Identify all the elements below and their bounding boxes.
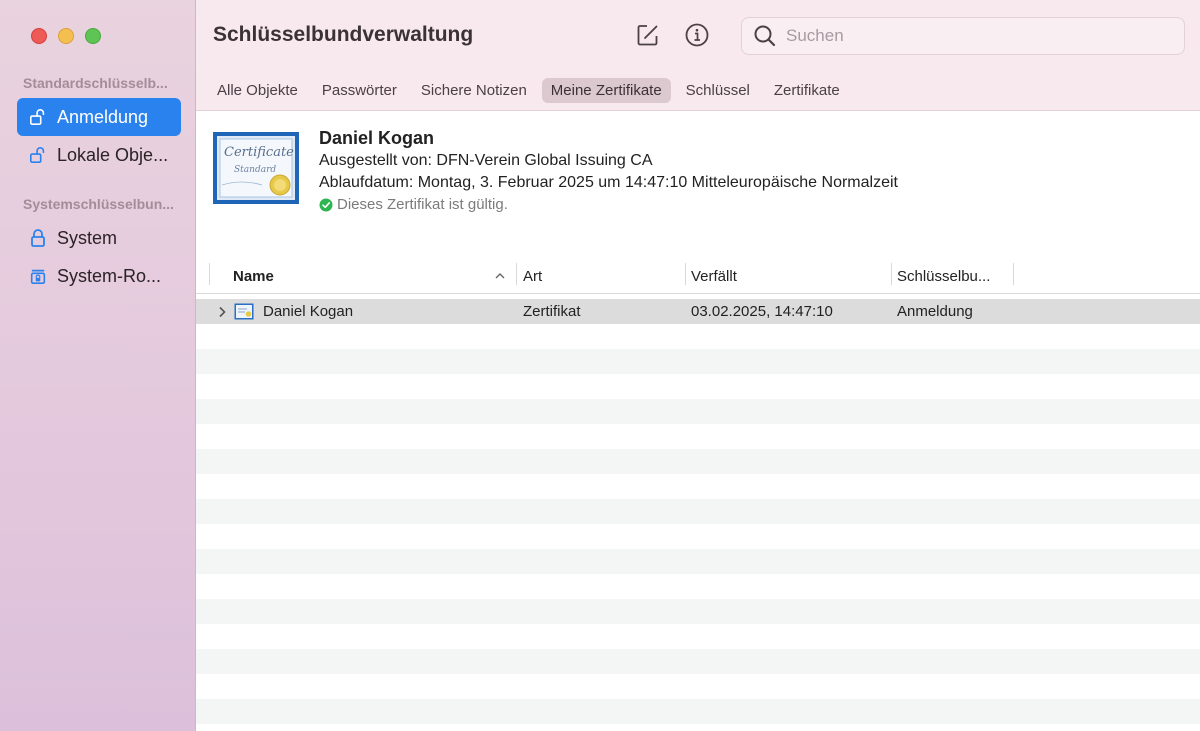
search-icon	[752, 23, 778, 49]
empty-row	[196, 649, 1200, 674]
tab-passwoerter[interactable]: Passwörter	[313, 78, 406, 103]
sidebar-item-label: Anmeldung	[57, 106, 149, 127]
unlocked-padlock-icon	[29, 107, 47, 127]
thumbnail-text-standard: Standard	[234, 165, 276, 175]
tab-zertifikate[interactable]: Zertifikate	[765, 78, 849, 103]
sidebar-item-lokale-objekte[interactable]: Lokale Obje...	[17, 136, 181, 174]
info-icon	[684, 22, 710, 53]
certificate-name: Daniel Kogan	[319, 128, 435, 148]
sidebar-section-system-keychains: Systemschlüsselbun...	[23, 196, 174, 212]
close-window-button[interactable]	[31, 28, 47, 44]
empty-row	[196, 549, 1200, 574]
sidebar-item-label: Lokale Obje...	[57, 144, 169, 165]
empty-row	[196, 499, 1200, 524]
empty-row	[196, 624, 1200, 649]
search-input[interactable]	[786, 26, 1166, 46]
category-tabs: Alle Objekte Passwörter Sichere Notizen …	[208, 78, 849, 103]
certificate-issuer: Ausgestellt von: DFN-Verein Global Issui…	[319, 152, 653, 169]
empty-row	[196, 449, 1200, 474]
sidebar-item-anmeldung[interactable]: Anmeldung	[17, 98, 181, 136]
empty-row	[196, 674, 1200, 699]
sidebar-section-default-keychains: Standardschlüsselb...	[23, 75, 168, 91]
toolbar: Schlüsselbundverwaltung Alle Objekte Pas…	[196, 0, 1200, 111]
checkmark-circle-icon	[319, 198, 333, 212]
row-name: Daniel Kogan	[263, 303, 354, 320]
certificate-small-icon	[234, 303, 254, 325]
thumbnail-text-certificate: Certificate	[224, 145, 294, 160]
row-keychain: Anmeldung	[897, 303, 973, 320]
empty-row	[196, 424, 1200, 449]
column-header-schluesselbund[interactable]: Schlüsselbu...	[897, 265, 1012, 289]
minimize-window-button[interactable]	[58, 28, 74, 44]
certificate-detail-panel: Certificate Standard Daniel Kogan Ausges…	[196, 111, 1200, 261]
tab-alle-objekte[interactable]: Alle Objekte	[208, 78, 307, 103]
certificate-list: Daniel Kogan Zertifikat 03.02.2025, 14:4…	[196, 299, 1200, 731]
empty-row	[196, 374, 1200, 399]
tab-meine-zertifikate[interactable]: Meine Zertifikate	[541, 78, 671, 103]
empty-row	[196, 574, 1200, 599]
new-item-button[interactable]	[633, 22, 663, 52]
empty-row	[196, 599, 1200, 624]
column-header-name[interactable]: Name	[233, 265, 503, 289]
certificate-expiry: Ablaufdatum: Montag, 3. Februar 2025 um …	[319, 174, 898, 191]
empty-row	[196, 399, 1200, 424]
empty-row	[196, 699, 1200, 724]
disclosure-chevron-icon[interactable]	[217, 305, 227, 324]
row-type: Zertifikat	[523, 303, 581, 320]
column-header-verfaellt[interactable]: Verfällt	[691, 265, 881, 289]
empty-row	[196, 474, 1200, 499]
sidebar: Standardschlüsselb... Anmeldung Lokale O…	[0, 0, 196, 731]
row-expires: 03.02.2025, 14:47:10	[691, 303, 833, 320]
certificate-status: Dieses Zertifikat ist gültig.	[319, 196, 508, 213]
locked-padlock-icon	[29, 228, 47, 248]
compose-icon	[635, 22, 661, 53]
sidebar-item-label: System	[57, 227, 118, 248]
sort-ascending-icon[interactable]	[494, 269, 506, 287]
unlocked-padlock-icon	[29, 145, 47, 165]
empty-row	[196, 524, 1200, 549]
table-row[interactable]: Daniel Kogan Zertifikat 03.02.2025, 14:4…	[196, 299, 1200, 324]
sidebar-item-system[interactable]: System	[17, 219, 181, 257]
search-field[interactable]	[741, 17, 1185, 55]
empty-row	[196, 324, 1200, 349]
tab-schluessel[interactable]: Schlüssel	[677, 78, 759, 103]
sidebar-item-label: System-Ro...	[57, 265, 162, 286]
keychain-window: Standardschlüsselb... Anmeldung Lokale O…	[0, 0, 1200, 731]
empty-row	[196, 349, 1200, 374]
sidebar-item-system-roots[interactable]: System-Ro...	[17, 257, 181, 295]
info-button[interactable]	[682, 22, 712, 52]
window-title: Schlüsselbundverwaltung	[213, 23, 474, 46]
zoom-window-button[interactable]	[85, 28, 101, 44]
window-controls	[31, 28, 101, 44]
certificate-status-text: Dieses Zertifikat ist gültig.	[337, 196, 508, 213]
tab-sichere-notizen[interactable]: Sichere Notizen	[412, 78, 536, 103]
table-header: Name Art Verfällt Schlüsselbu...	[196, 261, 1200, 294]
column-header-art[interactable]: Art	[523, 265, 673, 289]
locked-cabinet-icon	[29, 266, 47, 286]
certificate-thumbnail-icon: Certificate Standard	[212, 131, 300, 205]
